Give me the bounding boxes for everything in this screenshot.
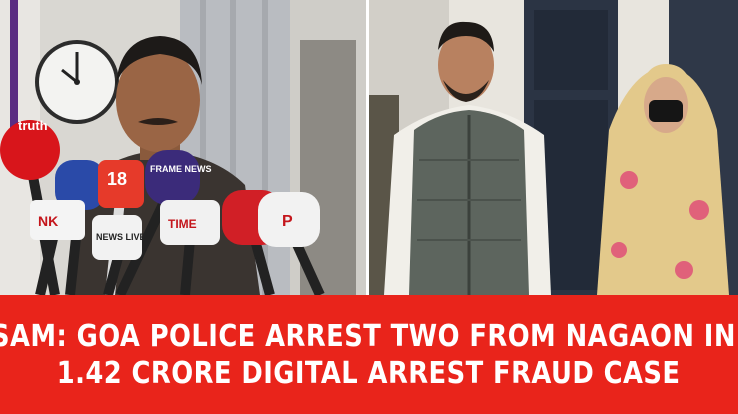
accused-illustration	[369, 0, 738, 295]
mic-label-news-live: NEWS LIVE	[96, 232, 146, 242]
wall-clock-icon	[35, 40, 119, 124]
right-photo-accused	[369, 0, 738, 295]
mic-label-time: TIME	[168, 217, 197, 231]
headline-line-2: 1.42 CRORE DIGITAL ARREST FRAUD CASE	[57, 355, 681, 391]
face-mask	[649, 100, 683, 122]
headline-banner: ASSAM: GOA POLICE ARREST TWO FROM NAGAON…	[0, 295, 738, 414]
mic-label-p: P	[282, 213, 293, 230]
news-thumbnail: truth 18 FRAME NEWS NK NEWS LIVE TIME P …	[0, 0, 738, 414]
mic-label-18: 18	[107, 169, 127, 189]
headline-line-1: ASSAM: GOA POLICE ARREST TWO FROM NAGAON…	[0, 318, 738, 354]
mic-label-frame-news: FRAME NEWS	[150, 164, 212, 174]
mic-label-nk: NK	[38, 213, 58, 229]
press-conference-illustration: truth 18 FRAME NEWS NK NEWS LIVE TIME P	[0, 0, 366, 295]
left-photo-press-conference: truth 18 FRAME NEWS NK NEWS LIVE TIME P	[0, 0, 366, 295]
mic-label-truth: truth	[18, 118, 48, 133]
